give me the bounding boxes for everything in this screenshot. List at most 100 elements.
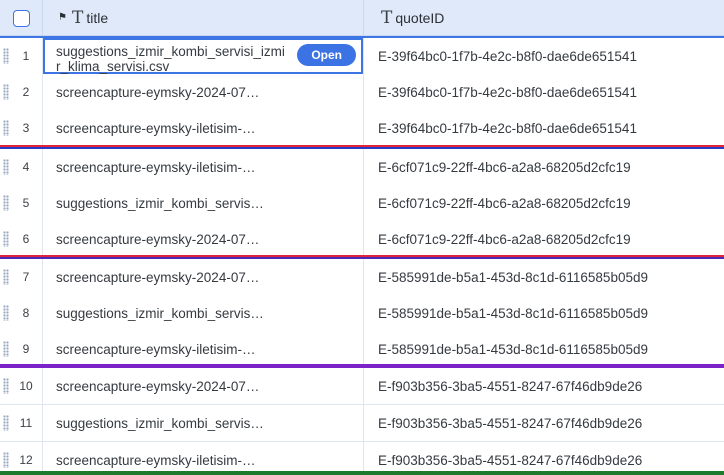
title-cell[interactable]: screencapture-eymsky-2024-07… (43, 221, 364, 257)
title-cell-text: screencapture-eymsky-2024-07… (56, 378, 260, 394)
row-number: 7 (22, 270, 30, 284)
drag-handle-icon[interactable] (3, 378, 9, 394)
drag-handle-icon[interactable] (3, 415, 9, 431)
row-selector[interactable]: 1 (0, 38, 43, 74)
quoteid-cell-text: E-39f64bc0-1f7b-4e2c-b8f0-dae6de651541 (378, 84, 637, 100)
row-selector[interactable]: 4 (0, 149, 43, 185)
table-row[interactable]: 2 screencapture-eymsky-2024-07… E-39f64b… (0, 74, 724, 111)
quoteid-cell[interactable]: E-585991de-b5a1-453d-8c1d-6116585b05d9 (364, 331, 724, 367)
row-number: 1 (22, 49, 30, 63)
quoteid-cell-text: E-39f64bc0-1f7b-4e2c-b8f0-dae6de651541 (378, 120, 637, 136)
title-cell[interactable]: suggestions_izmir_kombi_servis… (43, 405, 364, 441)
row-selector[interactable]: 10 (0, 368, 43, 404)
title-cell-text: suggestions_izmir_kombi_servis… (56, 305, 264, 321)
grid-header: ⚑ T title T quoteID (0, 0, 724, 36)
table-row[interactable]: 10 screencapture-eymsky-2024-07… E-f903b… (0, 368, 724, 405)
title-cell-text: screencapture-eymsky-2024-07… (56, 84, 260, 100)
quoteid-cell[interactable]: E-6cf071c9-22ff-4bc6-a2a8-68205d2cfc19 (364, 221, 724, 257)
quoteid-cell-text: E-f903b356-3ba5-4551-8247-67f46db9de26 (378, 452, 643, 468)
title-cell[interactable]: suggestions_izmir_kombi_servis… (43, 295, 364, 331)
quoteid-cell-text: E-6cf071c9-22ff-4bc6-a2a8-68205d2cfc19 (378, 231, 631, 247)
quoteid-cell[interactable]: E-39f64bc0-1f7b-4e2c-b8f0-dae6de651541 (364, 74, 724, 110)
title-cell-text: suggestions_izmir_kombi_servis… (56, 415, 264, 431)
table-row[interactable]: 11 suggestions_izmir_kombi_servis… E-f90… (0, 405, 724, 442)
column-header-title[interactable]: ⚑ T title (43, 0, 364, 36)
drag-handle-icon[interactable] (3, 305, 9, 321)
row-selector[interactable]: 11 (0, 405, 43, 441)
quoteid-cell[interactable]: E-585991de-b5a1-453d-8c1d-6116585b05d9 (364, 259, 724, 295)
select-all-cell[interactable] (0, 0, 43, 36)
drag-handle-icon[interactable] (3, 48, 9, 64)
row-number: 12 (19, 453, 33, 467)
row-number: 10 (19, 379, 33, 393)
row-number: 6 (22, 232, 30, 246)
text-type-icon: T (71, 7, 84, 28)
title-cell-text: screencapture-eymsky-2024-07… (56, 231, 260, 247)
quoteid-cell[interactable]: E-6cf071c9-22ff-4bc6-a2a8-68205d2cfc19 (364, 185, 724, 221)
table-row[interactable]: 1 suggestions_izmir_kombi_servisi_izmir_… (0, 38, 724, 75)
table-row[interactable]: 7 screencapture-eymsky-2024-07… E-585991… (0, 259, 724, 296)
quoteid-cell-text: E-585991de-b5a1-453d-8c1d-6116585b05d9 (378, 305, 648, 321)
title-cell[interactable]: screencapture-eymsky-2024-07… (43, 368, 364, 404)
quoteid-cell-text: E-39f64bc0-1f7b-4e2c-b8f0-dae6de651541 (378, 48, 637, 64)
quoteid-cell-text: E-6cf071c9-22ff-4bc6-a2a8-68205d2cfc19 (378, 159, 631, 175)
drag-handle-icon[interactable] (3, 231, 9, 247)
title-cell-text: screencapture-eymsky-iletisim-… (56, 120, 256, 136)
quoteid-cell[interactable]: E-39f64bc0-1f7b-4e2c-b8f0-dae6de651541 (364, 110, 724, 146)
title-cell[interactable]: screencapture-eymsky-2024-07… (43, 74, 364, 110)
row-selector[interactable]: 7 (0, 259, 43, 295)
row-selector[interactable]: 8 (0, 295, 43, 331)
table-row[interactable]: 4 screencapture-eymsky-iletisim-… E-6cf0… (0, 149, 724, 186)
title-cell[interactable]: suggestions_izmir_kombi_servis… (43, 185, 364, 221)
row-number: 11 (19, 416, 33, 430)
title-cell[interactable]: suggestions_izmir_kombi_servisi_izmir_kl… (43, 38, 364, 74)
drag-handle-icon[interactable] (3, 269, 9, 285)
table-row[interactable]: 9 screencapture-eymsky-iletisim-… E-5859… (0, 331, 724, 368)
table-row[interactable]: 5 suggestions_izmir_kombi_servis… E-6cf0… (0, 185, 724, 222)
row-selector[interactable]: 9 (0, 331, 43, 367)
drag-handle-icon[interactable] (3, 452, 9, 468)
quoteid-cell[interactable]: E-6cf071c9-22ff-4bc6-a2a8-68205d2cfc19 (364, 149, 724, 185)
row-number: 3 (22, 121, 30, 135)
title-cell-text: screencapture-eymsky-2024-07… (56, 269, 260, 285)
row-number: 9 (22, 342, 30, 356)
drag-handle-icon[interactable] (3, 341, 9, 357)
select-all-checkbox[interactable] (12, 9, 30, 27)
drag-handle-icon[interactable] (3, 84, 9, 100)
title-cell-text: suggestions_izmir_kombi_servisi_izmir_kl… (56, 44, 285, 74)
title-cell-text: suggestions_izmir_kombi_servis… (56, 195, 264, 211)
row-number: 4 (22, 160, 30, 174)
drag-handle-icon[interactable] (3, 120, 9, 136)
title-cell[interactable]: screencapture-eymsky-iletisim-… (43, 110, 364, 146)
primary-field-flag-icon: ⚑ (58, 12, 67, 23)
table-row[interactable]: 3 screencapture-eymsky-iletisim-… E-39f6… (0, 110, 724, 147)
drag-handle-icon[interactable] (3, 159, 9, 175)
quoteid-cell[interactable]: E-585991de-b5a1-453d-8c1d-6116585b05d9 (364, 295, 724, 331)
title-cell[interactable]: screencapture-eymsky-2024-07… (43, 259, 364, 295)
quoteid-cell[interactable]: E-39f64bc0-1f7b-4e2c-b8f0-dae6de651541 (364, 38, 724, 74)
drag-handle-icon[interactable] (3, 195, 9, 211)
text-type-icon: T (381, 7, 393, 28)
row-selector[interactable]: 2 (0, 74, 43, 110)
open-button[interactable]: Open (297, 44, 356, 66)
data-grid: ⚑ T title T quoteID 1 suggestions_izmir_… (0, 0, 724, 475)
title-cell[interactable]: screencapture-eymsky-iletisim-… (43, 149, 364, 185)
row-selector[interactable]: 5 (0, 185, 43, 221)
title-cell[interactable]: screencapture-eymsky-iletisim-… (43, 331, 364, 367)
quoteid-cell-text: E-6cf071c9-22ff-4bc6-a2a8-68205d2cfc19 (378, 195, 631, 211)
row-selector[interactable]: 3 (0, 110, 43, 146)
title-cell-text: screencapture-eymsky-iletisim-… (56, 159, 256, 175)
group-separator (0, 471, 724, 475)
column-header-quoteid[interactable]: T quoteID (364, 0, 724, 36)
quoteid-cell[interactable]: E-f903b356-3ba5-4551-8247-67f46db9de26 (364, 368, 724, 404)
row-selector[interactable]: 6 (0, 221, 43, 257)
column-header-quoteid-label: quoteID (395, 10, 445, 26)
table-row[interactable]: 6 screencapture-eymsky-2024-07… E-6cf071… (0, 221, 724, 258)
row-number: 8 (22, 306, 30, 320)
quoteid-cell-text: E-f903b356-3ba5-4551-8247-67f46db9de26 (378, 415, 643, 431)
quoteid-cell-text: E-f903b356-3ba5-4551-8247-67f46db9de26 (378, 378, 643, 394)
quoteid-cell[interactable]: E-f903b356-3ba5-4551-8247-67f46db9de26 (364, 405, 724, 441)
column-header-title-label: title (86, 10, 109, 26)
title-cell-text: screencapture-eymsky-iletisim-… (56, 452, 256, 468)
table-row[interactable]: 8 suggestions_izmir_kombi_servis… E-5859… (0, 295, 724, 332)
